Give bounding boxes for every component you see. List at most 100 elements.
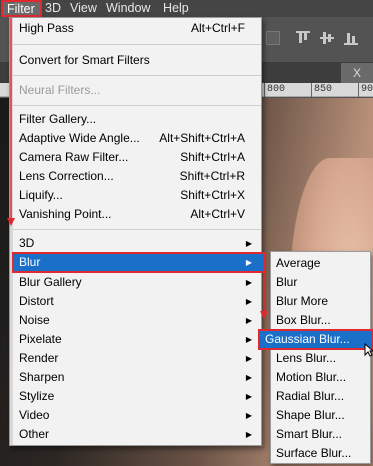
menu-filter[interactable]: Filter: [1, 0, 42, 17]
menu-3d[interactable]: 3D: [45, 1, 61, 16]
submenu-arrow-icon: ▶: [245, 392, 252, 401]
ruler-tick: [264, 83, 265, 97]
submenu-arrow-icon: ▶: [245, 297, 252, 306]
menu-item-lens-correction[interactable]: Lens Correction... Shift+Ctrl+R: [10, 167, 261, 186]
menu-item-label: Liquify...: [19, 188, 63, 202]
submenu-arrow-icon: ▶: [245, 430, 252, 439]
menu-item-stylize[interactable]: Stylize ▶: [10, 387, 261, 406]
menu-item-label: Other: [19, 427, 50, 441]
menu-item-label: Pixelate: [19, 332, 62, 346]
submenu-item-label: Shape Blur...: [276, 408, 345, 422]
menu-item-label: Adaptive Wide Angle...: [19, 131, 140, 145]
menu-window[interactable]: Window: [106, 1, 150, 16]
menu-item-filter-gallery[interactable]: Filter Gallery...: [10, 110, 261, 129]
submenu-item-label: Box Blur...: [276, 313, 331, 327]
menu-separator: [13, 105, 261, 106]
submenu-item-blur-more[interactable]: Blur More: [271, 292, 370, 311]
menu-item-label: Render: [19, 351, 59, 365]
submenu-arrow-icon: ▶: [245, 239, 252, 248]
blur-submenu: Average Blur Blur More Box Blur... Gauss…: [258, 251, 373, 464]
menu-item-label: Blur: [19, 255, 41, 269]
menu-separator: [13, 229, 261, 230]
align-vertical-center-icon[interactable]: [320, 31, 334, 45]
menu-separator: [13, 44, 261, 45]
menu-item-label: Video: [19, 408, 50, 422]
align-bottom-icon[interactable]: [344, 31, 358, 45]
menu-item-3d[interactable]: 3D ▶: [10, 234, 261, 253]
submenu-arrow-icon: ▶: [245, 278, 252, 287]
menu-item-distort[interactable]: Distort ▶: [10, 292, 261, 311]
menu-item-label: Camera Raw Filter...: [19, 150, 129, 164]
menu-item-label: 3D: [19, 236, 35, 250]
submenu-arrow-icon: ▶: [245, 316, 252, 325]
menu-item-shortcut: Alt+Ctrl+F: [190, 21, 245, 35]
submenu-item-surface-blur[interactable]: Surface Blur...: [271, 444, 370, 463]
mouse-cursor-icon: [364, 343, 373, 357]
menu-item-label: Convert for Smart Filters: [19, 53, 150, 67]
ruler-label: 800: [267, 84, 286, 95]
menu-item-other[interactable]: Other ▶: [10, 425, 261, 444]
submenu-item-blur[interactable]: Blur: [271, 273, 370, 292]
submenu-arrow-icon: ▶: [245, 411, 252, 420]
menu-item-convert-smart-filters[interactable]: Convert for Smart Filters: [10, 51, 261, 70]
menu-item-label: Noise: [19, 313, 50, 327]
menu-help[interactable]: Help: [163, 1, 189, 16]
ruler-label: 900: [361, 84, 373, 95]
submenu-arrow-icon: ▶: [245, 354, 252, 363]
submenu-arrow-icon: ▶: [245, 373, 252, 382]
submenu-item-label: Gaussian Blur...: [265, 332, 350, 346]
menu-item-shortcut: Shift+Ctrl+A: [180, 150, 245, 164]
menu-item-label: Neural Filters...: [19, 83, 101, 97]
menu-item-blur[interactable]: Blur ▶: [12, 252, 265, 273]
menu-item-noise[interactable]: Noise ▶: [10, 311, 261, 330]
menu-item-label: Filter Gallery...: [19, 112, 97, 126]
checkbox-icon[interactable]: [266, 31, 280, 45]
menu-item-render[interactable]: Render ▶: [10, 349, 261, 368]
menu-item-label: Blur Gallery: [19, 275, 82, 289]
submenu-item-motion-blur[interactable]: Motion Blur...: [271, 368, 370, 387]
submenu-item-shape-blur[interactable]: Shape Blur...: [271, 406, 370, 425]
menu-item-shortcut: Alt+Shift+Ctrl+A: [159, 131, 245, 145]
menu-item-shortcut: Alt+Ctrl+V: [190, 207, 245, 221]
submenu-item-label: Blur: [276, 275, 298, 289]
menu-item-liquify[interactable]: Liquify... Shift+Ctrl+X: [10, 186, 261, 205]
menu-item-pixelate[interactable]: Pixelate ▶: [10, 330, 261, 349]
menu-item-label: Lens Correction...: [19, 169, 114, 183]
submenu-item-gaussian-blur[interactable]: Gaussian Blur...: [258, 329, 373, 350]
menu-view[interactable]: View: [70, 1, 97, 16]
menu-item-high-pass[interactable]: High Pass Alt+Ctrl+F: [10, 19, 261, 38]
menu-item-label: High Pass: [19, 21, 74, 35]
submenu-item-label: Radial Blur...: [276, 389, 345, 403]
submenu-item-label: Average: [276, 256, 321, 270]
menu-item-sharpen[interactable]: Sharpen ▶: [10, 368, 261, 387]
menu-item-label: Distort: [19, 294, 54, 308]
filter-menu: High Pass Alt+Ctrl+F Convert for Smart F…: [9, 17, 265, 446]
submenu-item-lens-blur[interactable]: Lens Blur...: [271, 349, 370, 368]
align-top-icon[interactable]: [296, 31, 310, 45]
menu-item-neural-filters: Neural Filters...: [10, 81, 261, 100]
ruler-tick: [311, 83, 312, 97]
submenu-item-label: Motion Blur...: [276, 370, 347, 384]
menu-item-label: Vanishing Point...: [19, 207, 112, 221]
menu-item-adaptive-wide-angle[interactable]: Adaptive Wide Angle... Alt+Shift+Ctrl+A: [10, 129, 261, 148]
menu-item-blur-gallery[interactable]: Blur Gallery ▶: [10, 273, 261, 292]
menu-separator: [13, 75, 261, 76]
menu-item-video[interactable]: Video ▶: [10, 406, 261, 425]
menu-item-vanishing-point[interactable]: Vanishing Point... Alt+Ctrl+V: [10, 205, 261, 224]
menu-item-label: Stylize: [19, 389, 55, 403]
ruler-tick: [358, 83, 359, 97]
menu-item-shortcut: Shift+Ctrl+R: [179, 169, 245, 183]
menu-item-camera-raw-filter[interactable]: Camera Raw Filter... Shift+Ctrl+A: [10, 148, 261, 167]
submenu-item-label: Smart Blur...: [276, 427, 343, 441]
submenu-item-average[interactable]: Average: [271, 254, 370, 273]
ruler-label: 850: [314, 84, 333, 95]
submenu-item-radial-blur[interactable]: Radial Blur...: [271, 387, 370, 406]
submenu-item-label: Surface Blur...: [276, 446, 352, 460]
submenu-arrow-icon: ▶: [245, 335, 252, 344]
submenu-item-box-blur[interactable]: Box Blur...: [271, 311, 370, 330]
submenu-arrow-icon: ▶: [245, 258, 252, 267]
tab-close-button[interactable]: X: [341, 63, 373, 83]
submenu-item-smart-blur[interactable]: Smart Blur...: [271, 425, 370, 444]
menu-item-shortcut: Shift+Ctrl+X: [180, 188, 245, 202]
menu-item-label: Sharpen: [19, 370, 65, 384]
